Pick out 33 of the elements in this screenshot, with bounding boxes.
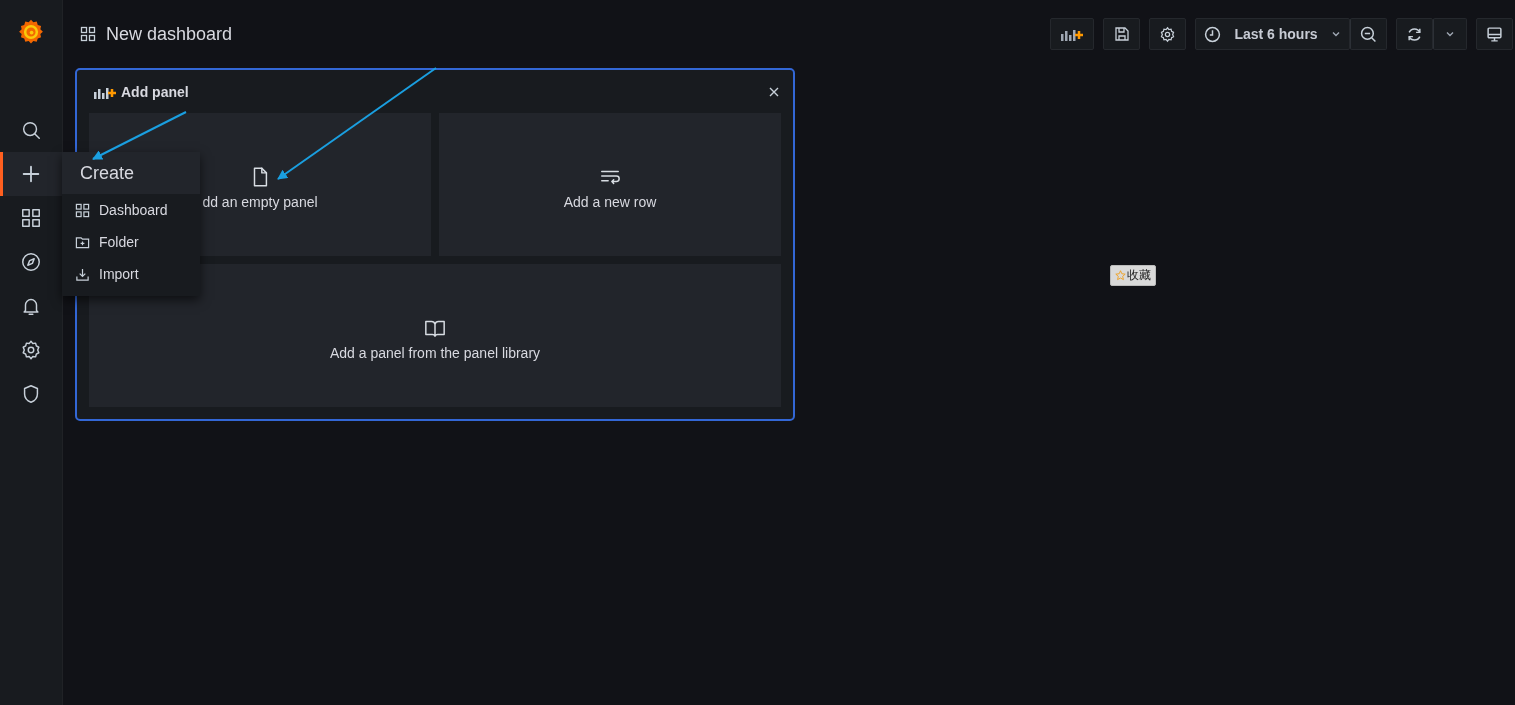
clock-icon — [1204, 25, 1221, 43]
monitor-icon — [1486, 25, 1503, 43]
compass-icon — [20, 251, 42, 273]
folder-plus-icon — [75, 234, 90, 250]
caret-icon — [1331, 29, 1341, 39]
add-panel-option[interactable]: Add a new row — [439, 113, 781, 256]
grid-icon — [20, 207, 42, 229]
tv-mode-button[interactable] — [1476, 18, 1513, 50]
time-range-picker[interactable]: Last 6 hours — [1195, 18, 1350, 50]
zoom-out-icon — [1360, 25, 1377, 43]
bookmark-badge[interactable]: 收藏 — [1110, 265, 1156, 286]
save-button[interactable] — [1103, 18, 1140, 50]
star-icon — [1115, 270, 1126, 281]
close-icon[interactable] — [769, 86, 779, 97]
grid-icon — [75, 202, 90, 218]
sidebar-item[interactable] — [0, 152, 62, 196]
search-icon — [20, 119, 42, 141]
dashboard-grid-icon — [80, 26, 96, 42]
download-icon — [75, 266, 90, 282]
dashboard-title[interactable]: New dashboard — [106, 23, 233, 45]
create-menu-header[interactable]: Create — [62, 152, 200, 194]
add-panel-button[interactable] — [1050, 18, 1094, 50]
plus-icon — [20, 163, 42, 185]
panel-title: Add panel — [121, 83, 189, 100]
gear-icon — [20, 339, 42, 361]
refresh-button[interactable] — [1396, 18, 1433, 50]
zoom-out-button[interactable] — [1350, 18, 1387, 50]
refresh-icon — [1406, 25, 1423, 43]
settings-icon — [1159, 25, 1176, 43]
caret-icon — [1445, 29, 1455, 39]
logo-icon[interactable] — [17, 18, 45, 46]
settings-button[interactable] — [1149, 18, 1186, 50]
save-icon — [1113, 26, 1130, 42]
